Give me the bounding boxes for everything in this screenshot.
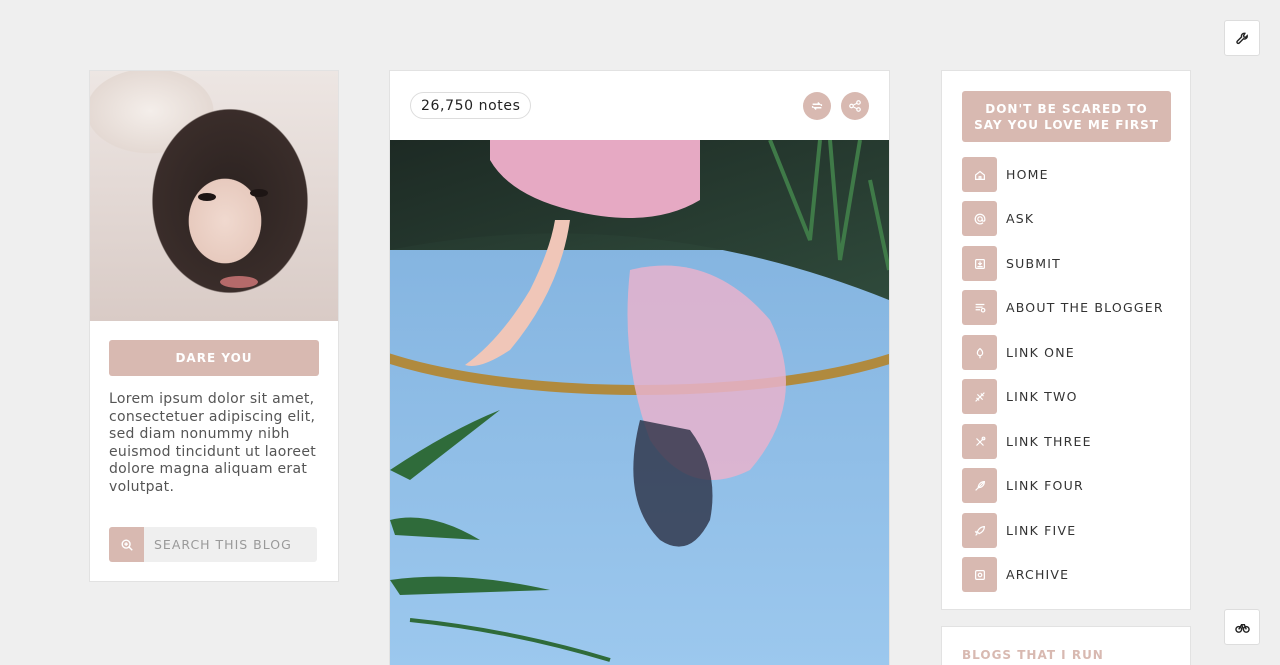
notes-count[interactable]: 26,750 notes: [410, 92, 532, 119]
at-icon: [962, 201, 997, 236]
nav-item-home[interactable]: HOME: [962, 157, 1172, 192]
plane-icon: [962, 379, 997, 414]
zoom-icon[interactable]: [109, 527, 144, 562]
nav-label: LINK FOUR: [1006, 478, 1084, 493]
dare-you-button[interactable]: DARE YOU: [109, 340, 319, 376]
blogs-card: BLOGS THAT I RUN: [941, 626, 1191, 665]
nav-label: LINK THREE: [1006, 434, 1092, 449]
bicycle-icon[interactable]: [1224, 609, 1260, 645]
flower-icon: [962, 335, 997, 370]
nav-item-link-three[interactable]: LINK THREE: [962, 424, 1172, 459]
about-icon: [962, 290, 997, 325]
profile-card: DARE YOU Lorem ipsum dolor sit amet, con…: [89, 70, 339, 582]
nav-label: ASK: [1006, 211, 1035, 226]
submit-icon: [962, 246, 997, 281]
portrait-lips: [220, 276, 258, 288]
nav-label: LINK ONE: [1006, 345, 1075, 360]
search-input[interactable]: [144, 527, 317, 562]
portrait-eye: [198, 193, 216, 201]
home-icon: [962, 157, 997, 192]
blog-title-button[interactable]: DON'T BE SCARED TO SAY YOU LOVE ME FIRST: [962, 91, 1171, 142]
search-bar: [109, 527, 317, 562]
nav-item-archive[interactable]: ARCHIVE: [962, 557, 1172, 592]
portrait-eye: [250, 189, 268, 197]
post-photo: [390, 140, 889, 665]
nav-item-link-two[interactable]: LINK TWO: [962, 379, 1172, 414]
post-card: 26,750 notes: [389, 70, 890, 665]
nav-item-submit[interactable]: SUBMIT: [962, 246, 1172, 281]
wrench-icon[interactable]: [1224, 20, 1260, 56]
blogs-title: BLOGS THAT I RUN: [962, 648, 1104, 662]
post-header: 26,750 notes: [390, 71, 889, 140]
nav-item-link-four[interactable]: LINK FOUR: [962, 468, 1172, 503]
nav-item-ask[interactable]: ASK: [962, 201, 1172, 236]
rocket-icon: [962, 513, 997, 548]
nav-label: ABOUT THE BLOGGER: [1006, 300, 1164, 315]
archive-icon: [962, 557, 997, 592]
tools-icon: [962, 424, 997, 459]
blog-description: Lorem ipsum dolor sit amet, consectetuer…: [109, 391, 317, 495]
nav-label: LINK TWO: [1006, 389, 1078, 404]
nav-label: ARCHIVE: [1006, 567, 1070, 582]
nav-label: LINK FIVE: [1006, 523, 1077, 538]
reblog-icon[interactable]: [803, 92, 831, 120]
nav-item-link-five[interactable]: LINK FIVE: [962, 513, 1172, 548]
portrait-image: [90, 71, 338, 321]
feather-icon: [962, 468, 997, 503]
nav-label: HOME: [1006, 167, 1049, 182]
nav-label: SUBMIT: [1006, 256, 1061, 271]
nav-item-about[interactable]: ABOUT THE BLOGGER: [962, 290, 1172, 325]
nav-card: DON'T BE SCARED TO SAY YOU LOVE ME FIRST…: [941, 70, 1191, 610]
share-icon[interactable]: [841, 92, 869, 120]
nav-item-link-one[interactable]: LINK ONE: [962, 335, 1172, 370]
